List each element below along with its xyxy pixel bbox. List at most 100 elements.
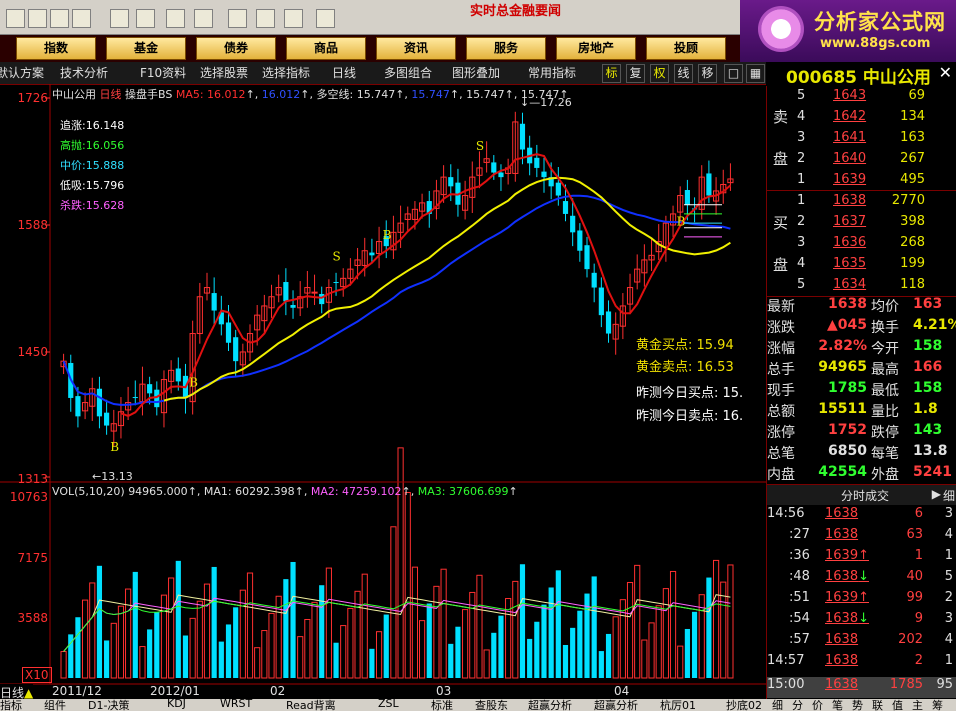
menu-fund[interactable]: 基金 (106, 37, 186, 60)
bottom-tab[interactable]: Read背离 (286, 699, 336, 711)
flag-icon[interactable] (110, 9, 129, 28)
tab-select-stock[interactable]: 选择股票 (200, 64, 248, 82)
candle-body-down (684, 190, 690, 205)
bottom-tab[interactable]: 超赢分析 (594, 699, 638, 711)
volume-bar-up (254, 647, 261, 679)
menu-commodity[interactable]: 商品 (286, 37, 366, 60)
time-2011-12: 2011/12 (52, 684, 102, 698)
toolbar-icon-7[interactable] (166, 9, 185, 28)
bottom-tab[interactable]: 抄底02 (726, 699, 762, 711)
right-tab[interactable]: 细 (772, 699, 783, 711)
menu-service[interactable]: 服务 (466, 37, 546, 60)
bottom-tab[interactable]: KDJ (167, 699, 186, 710)
trades-header[interactable]: 分时成交 细 ▶ (767, 484, 956, 505)
tab-multi-chart[interactable]: 多图组合 (384, 64, 432, 82)
bottom-tab[interactable]: 查股东 (475, 699, 508, 711)
volume-bar-up (505, 598, 512, 679)
tab-overlay[interactable]: 图形叠加 (452, 64, 500, 82)
bs-marker: B (189, 375, 198, 389)
trade-volume: 9 (914, 611, 923, 626)
volume-bar-up (404, 492, 411, 679)
bottom-tab[interactable]: 组件 (44, 699, 66, 711)
buy-level-3[interactable]: 3 1636 268 (767, 235, 956, 256)
toolbar-icon-2[interactable] (28, 9, 47, 28)
tab-box-quan[interactable]: 权 (650, 64, 669, 83)
bottom-tab[interactable]: WRST (220, 699, 252, 710)
tab-tech-analysis[interactable]: 技术分析 (60, 64, 108, 82)
quote-row: 涨幅 2.82% 今开 158 (767, 338, 956, 359)
diamond-icon[interactable] (136, 9, 155, 28)
toolbar-icon-8[interactable] (194, 9, 213, 28)
tab-f10[interactable]: F10资料 (140, 64, 186, 82)
sell-level-4[interactable]: 4 1642 134 (767, 109, 956, 130)
grid-icon[interactable]: ▦ (746, 64, 765, 83)
tab-box-fu[interactable]: 复 (626, 64, 645, 83)
candle-body-down (233, 337, 239, 362)
right-tab[interactable]: 分 (792, 699, 803, 711)
stock-header: 000685 中山公用 ✕ (766, 62, 956, 88)
bottom-tab[interactable]: 标准 (431, 699, 453, 711)
buy-level-4[interactable]: 4 1635 199 (767, 256, 956, 277)
right-tab[interactable]: 联 (872, 699, 883, 711)
sell-level-2[interactable]: 2 1640 267 (767, 151, 956, 172)
tab-daily[interactable]: 日线 (332, 64, 356, 82)
tab-common-ind[interactable]: 常用指标 (528, 64, 576, 82)
tab-box-mark[interactable]: 标 (602, 64, 621, 83)
stock-code-name: 000685 中山公用 (786, 68, 931, 88)
trade-volume: 1 (914, 548, 923, 563)
trades-detail[interactable]: 细 (943, 487, 955, 504)
bottom-tab[interactable]: D1-决策 (88, 699, 129, 711)
right-tab[interactable]: 主 (912, 699, 923, 711)
right-tab[interactable]: 筹 (932, 699, 943, 711)
candle-body-down (211, 293, 217, 311)
help-icon[interactable] (316, 9, 335, 28)
sell-level-3[interactable]: 3 1641 163 (767, 130, 956, 151)
play-icon[interactable]: ▶ (932, 487, 941, 501)
volume-bar-up (648, 622, 655, 679)
bottom-tab[interactable]: ZSL (378, 699, 399, 710)
right-tab[interactable]: 价 (812, 699, 823, 711)
tab-default-scheme[interactable]: 默认方案 (0, 64, 44, 82)
maximize-icon[interactable]: □ (724, 64, 743, 83)
toolbar-icon-9[interactable] (228, 9, 247, 28)
menu-advisor[interactable]: 投顾 (646, 37, 726, 60)
buy-level-1[interactable]: 1 1638 2770 (767, 193, 956, 214)
volume-bar-up (419, 620, 426, 679)
bottom-tab[interactable]: 杭厉01 (660, 699, 696, 711)
ob-volume: 199 (900, 256, 925, 271)
news-marquee[interactable]: 实时总金融要闻 (470, 0, 561, 19)
window-icon[interactable] (256, 9, 275, 28)
buy-level-5[interactable]: 5 1634 118 (767, 277, 956, 298)
book-icon[interactable] (284, 9, 303, 28)
menu-news[interactable]: 资讯 (376, 37, 456, 60)
sell-level-1[interactable]: 1 1639 495 (767, 172, 956, 193)
toolbar-icon-4[interactable] (72, 9, 91, 28)
sell-level-5[interactable]: 5 1643 69 (767, 88, 956, 109)
volume-bar-down (132, 571, 138, 678)
bottom-tab[interactable]: 超赢分析 (528, 699, 572, 711)
quote-label: 涨停 (767, 425, 795, 441)
menu-realestate[interactable]: 房地产 (556, 37, 636, 60)
toolbar-icon-1[interactable] (6, 9, 25, 28)
tab-box-move[interactable]: 移 (698, 64, 717, 83)
right-tab[interactable]: 笔 (832, 699, 843, 711)
trade-price: 1638 (825, 506, 859, 521)
trade-row: :27 1638 63 4 (767, 527, 956, 548)
close-icon[interactable]: ✕ (939, 63, 952, 82)
candle-body-down (541, 171, 547, 178)
trade-time: :57 (789, 632, 810, 647)
menu-bond[interactable]: 债券 (196, 37, 276, 60)
quote-label: 总笔 (767, 446, 795, 462)
buy-level-2[interactable]: 2 1637 398 (767, 214, 956, 235)
vol-axis-10763: 10763 (9, 490, 48, 504)
candle-body-down (570, 215, 576, 233)
tab-select-indicator[interactable]: 选择指标 (262, 64, 310, 82)
binoculars-icon[interactable] (50, 9, 69, 28)
right-tab[interactable]: 势 (852, 699, 863, 711)
menu-index[interactable]: 指数 (16, 37, 96, 60)
vol-ma2-line (63, 597, 731, 652)
bottom-tab[interactable]: 指标 (0, 699, 22, 711)
tab-box-line[interactable]: 线 (674, 64, 693, 83)
right-tab[interactable]: 值 (892, 699, 903, 711)
volume-bar-up (655, 605, 662, 679)
